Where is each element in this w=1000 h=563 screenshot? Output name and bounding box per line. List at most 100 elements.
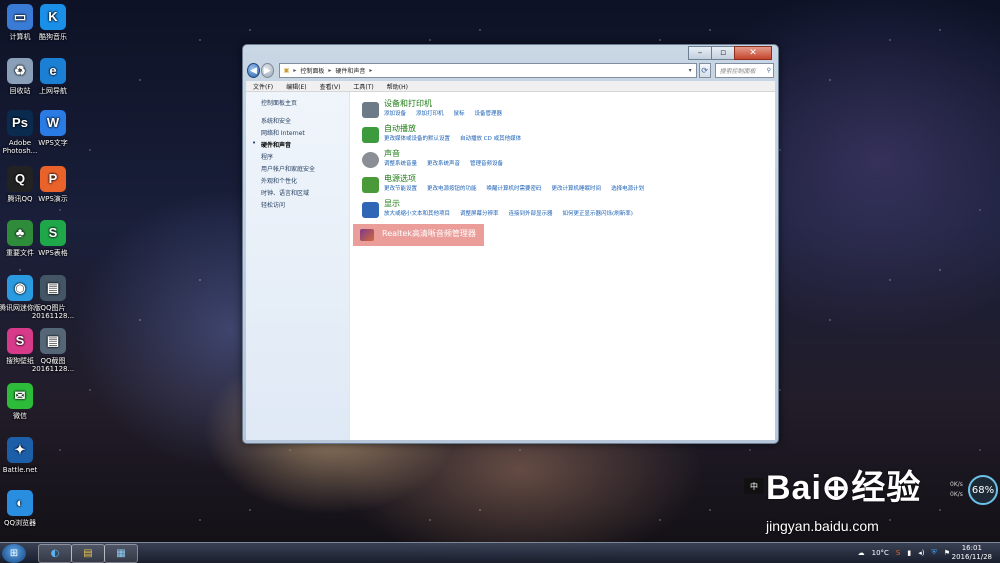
desktop-icon[interactable]: ◐ QQ浏览器: [0, 490, 46, 527]
nav-ease-of-access[interactable]: 轻松访问: [261, 200, 285, 209]
desktop-icon[interactable]: K 酷狗音乐: [27, 4, 79, 41]
nav-system-security[interactable]: 系统和安全: [261, 116, 291, 125]
sogou-icon[interactable]: S: [896, 549, 900, 557]
desktop-icon-label: 微信: [13, 412, 27, 420]
app-icon: e: [40, 58, 66, 84]
desktop-icon[interactable]: ▤ QQ截图 20161128...: [27, 328, 79, 373]
link-autoplay-cd[interactable]: 自动播放 CD 或其他媒体: [460, 134, 521, 142]
link-device-manager[interactable]: 设备管理器: [475, 109, 503, 117]
nav-appearance[interactable]: 外观和个性化: [261, 176, 297, 185]
breadcrumb-control-panel[interactable]: 控制面板: [300, 66, 324, 75]
clock[interactable]: 16:01 2016/11/28: [952, 544, 992, 562]
link-resolution[interactable]: 调整屏幕分辨率: [460, 209, 499, 217]
breadcrumb-hardware-sound[interactable]: 硬件和声音: [335, 66, 365, 75]
category-title[interactable]: 声音: [384, 148, 400, 159]
link-add-device[interactable]: 添加设备: [384, 109, 406, 117]
app-icon: ▤: [40, 328, 66, 354]
desktop-icon-label: WPS表格: [38, 249, 68, 257]
nav-clock-language[interactable]: 时钟、语言和区域: [261, 188, 309, 197]
menu-edit[interactable]: 编辑(E): [286, 82, 306, 91]
address-bar[interactable]: ▣ ▸ 控制面板 ▸ 硬件和声音 ▸ ▾: [278, 63, 697, 78]
desktop-icon[interactable]: P WPS演示: [27, 166, 79, 203]
autoplay-icon: [362, 127, 379, 143]
link-mouse[interactable]: 鼠标: [454, 109, 465, 117]
realtek-audio-manager-item[interactable]: Realtek高清晰音频管理器: [353, 224, 484, 246]
forward-button[interactable]: ▶: [260, 63, 274, 78]
address-dropdown-icon[interactable]: ▾: [689, 67, 692, 74]
menu-view[interactable]: 查看(V): [320, 82, 341, 91]
nav-network-internet[interactable]: 网络和 Internet: [261, 128, 305, 137]
close-button[interactable]: ✕: [734, 46, 772, 60]
menu-help[interactable]: 帮助(H): [387, 82, 408, 91]
start-button[interactable]: ⊞: [2, 544, 26, 563]
menu-tools[interactable]: 工具(T): [353, 82, 373, 91]
desktop-icon-label: QQ浏览器: [3, 519, 37, 527]
link-manage-audio[interactable]: 管理音频设备: [470, 159, 503, 167]
link-sleep-time[interactable]: 更改计算机睡眠时间: [552, 184, 602, 192]
speaker-icon: [362, 152, 379, 168]
control-panel-icon: ▦: [116, 548, 126, 559]
minimize-button[interactable]: –: [688, 46, 712, 60]
link-add-printer[interactable]: 添加打印机: [416, 109, 444, 117]
control-panel-window: – ▫ ✕ ◀ ▶ ▣ ▸ 控制面板 ▸ 硬件和声音 ▸ ▾ ⟳ 搜索控制面板 …: [242, 44, 779, 444]
maximize-button[interactable]: ▫: [711, 46, 735, 60]
link-text-size[interactable]: 放大或缩小文本和其他项目: [384, 209, 450, 217]
desktop-icon-label: QQ截图 20161128...: [31, 357, 75, 373]
link-power-saving[interactable]: 更改节能设置: [384, 184, 417, 192]
network-icon[interactable]: ▮: [907, 549, 911, 557]
link-adjust-volume[interactable]: 调整系统音量: [384, 159, 417, 167]
taskbar-control-panel[interactable]: ▦: [104, 544, 138, 563]
category-title[interactable]: 设备和打印机: [384, 98, 432, 109]
security-icon[interactable]: ⛨: [931, 548, 936, 557]
link-refresh-rate[interactable]: 如何更正显示器闪烁(刷新率): [563, 209, 633, 217]
refresh-button[interactable]: ⟳: [698, 63, 711, 78]
category-list: 设备和打印机 添加设备 添加打印机 鼠标 设备管理器 自动播放 更改媒体或设备的…: [356, 92, 775, 440]
volume-icon[interactable]: ◂): [918, 549, 924, 557]
nav-programs[interactable]: 程序: [261, 152, 273, 161]
ime-indicator[interactable]: 中: [744, 478, 764, 494]
app-icon: ▤: [40, 275, 66, 301]
printer-icon: [362, 102, 379, 118]
net-speed-down: 0K/s: [950, 491, 963, 498]
realtek-label: Realtek高清晰音频管理器: [382, 229, 476, 238]
desktop-icon-label: QQ图片 20161128...: [31, 304, 75, 320]
taskbar-browser[interactable]: ◐: [38, 544, 72, 563]
left-navigation: 控制面板主页 系统和安全 网络和 Internet • 硬件和声音 程序 用户帐…: [246, 92, 350, 440]
desktop-icon-label: Battle.net: [2, 466, 38, 474]
category-title[interactable]: 电源选项: [384, 173, 416, 184]
desktop-icon[interactable]: W WPS文字: [27, 110, 79, 147]
taskbar-explorer[interactable]: ▤: [71, 544, 105, 563]
link-require-password[interactable]: 唤醒计算机时需要密码: [487, 184, 542, 192]
search-icon[interactable]: ⚲: [767, 67, 771, 74]
nav-hardware-sound[interactable]: 硬件和声音: [261, 140, 291, 149]
category-title[interactable]: 自动播放: [384, 123, 416, 134]
desktop-icon[interactable]: ✉ 微信: [0, 383, 46, 420]
menu-bar: 文件(F) 编辑(E) 查看(V) 工具(T) 帮助(H): [246, 81, 775, 92]
flag-icon[interactable]: ⚑: [944, 549, 950, 557]
nav-user-accounts[interactable]: 用户帐户和家庭安全: [261, 164, 315, 173]
category-title[interactable]: 显示: [384, 198, 400, 209]
link-change-sounds[interactable]: 更改系统声音: [427, 159, 460, 167]
app-icon: K: [40, 4, 66, 30]
clock-date: 2016/11/28: [951, 553, 992, 561]
menu-file[interactable]: 文件(F): [253, 82, 273, 91]
desktop-icon[interactable]: e 上网导航: [27, 58, 79, 95]
search-placeholder: 搜索控制面板: [719, 68, 756, 75]
link-external-display[interactable]: 连接到外部显示器: [509, 209, 553, 217]
link-change-default-media[interactable]: 更改媒体或设备的默认设置: [384, 134, 450, 142]
address-row: ◀ ▶ ▣ ▸ 控制面板 ▸ 硬件和声音 ▸ ▾ ⟳ 搜索控制面板 ⚲: [247, 62, 774, 79]
baidu-watermark: Bai⊕经验: [766, 469, 922, 507]
search-input[interactable]: 搜索控制面板 ⚲: [714, 63, 774, 78]
taskbar: ⊞ ◐ ▤ ▦ ☁ 10°C S ▮ ◂) ⛨ ⚑ 16:01 2016/11/…: [0, 542, 1000, 563]
desktop-icon-label: 酷狗音乐: [39, 33, 67, 41]
back-button[interactable]: ◀: [247, 63, 260, 78]
desktop-icon[interactable]: ▤ QQ图片 20161128...: [27, 275, 79, 320]
desktop-icon[interactable]: S WPS表格: [27, 220, 79, 257]
memory-gauge[interactable]: 68%: [968, 475, 998, 505]
weather-icon[interactable]: ☁: [858, 549, 865, 557]
desktop-icon-label: WPS演示: [38, 195, 68, 203]
nav-home[interactable]: 控制面板主页: [261, 98, 297, 107]
desktop-icon[interactable]: ✦ Battle.net: [0, 437, 46, 474]
link-power-plan[interactable]: 选择电源计划: [611, 184, 644, 192]
link-power-buttons[interactable]: 更改电源按钮的功能: [427, 184, 477, 192]
